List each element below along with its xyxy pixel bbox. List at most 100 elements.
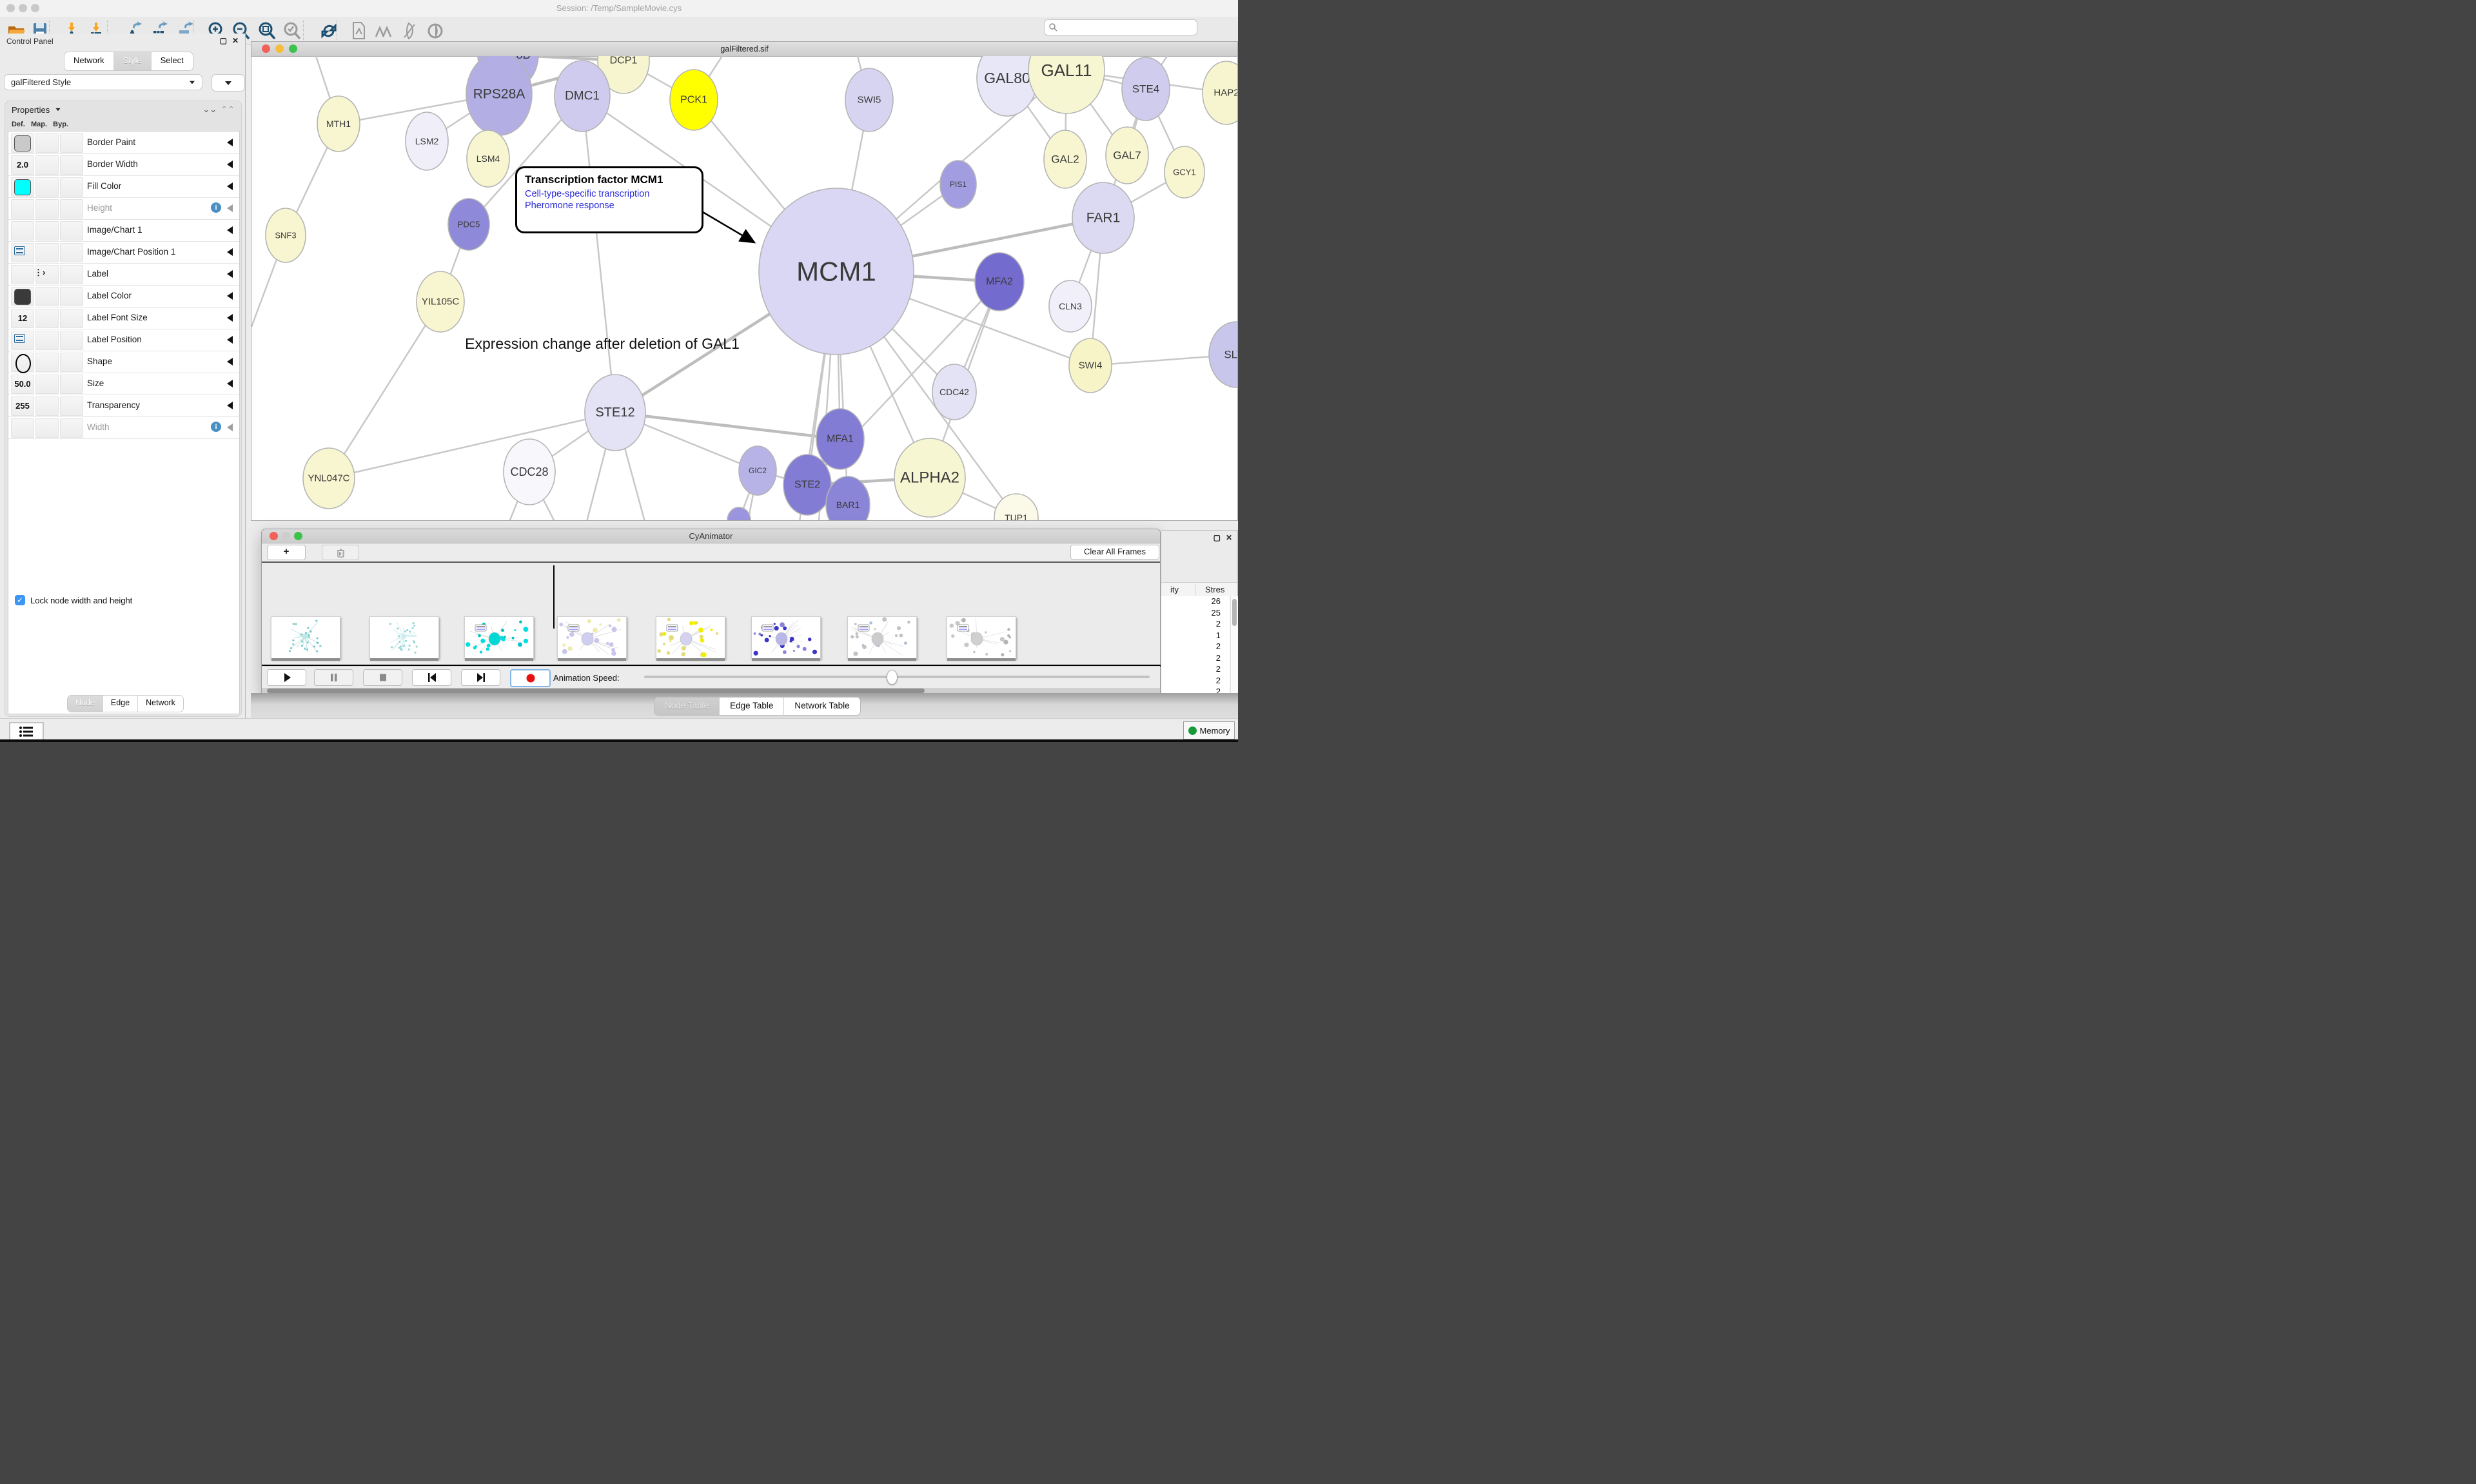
default-value-cell[interactable]: 255 bbox=[11, 396, 34, 416]
bypass-cell[interactable] bbox=[60, 199, 83, 219]
node-swi5[interactable]: SWI5 bbox=[845, 68, 893, 132]
expand-row-icon[interactable] bbox=[227, 204, 233, 212]
mapping-cell[interactable] bbox=[35, 418, 59, 438]
edge-dmc1-ste12[interactable] bbox=[582, 96, 615, 413]
annotation-link[interactable]: Cell-type-specific transcription bbox=[525, 189, 694, 199]
default-value-cell[interactable] bbox=[11, 199, 34, 219]
property-row-size[interactable]: 50.0Size bbox=[8, 373, 239, 395]
mapping-cell[interactable] bbox=[35, 353, 59, 372]
tab-node-table[interactable]: Node Table bbox=[654, 698, 720, 715]
style-options-button[interactable] bbox=[211, 74, 245, 92]
frame-thumbnail-8[interactable] bbox=[947, 616, 1016, 659]
expand-row-icon[interactable] bbox=[227, 292, 233, 300]
table-row[interactable]: 2 bbox=[1161, 641, 1230, 653]
bypass-cell[interactable] bbox=[60, 155, 83, 175]
expand-row-icon[interactable] bbox=[227, 248, 233, 256]
frame-thumbnail-5[interactable] bbox=[656, 616, 725, 659]
table-row[interactable]: 25 bbox=[1161, 608, 1230, 620]
default-value-cell[interactable] bbox=[11, 133, 34, 153]
expand-row-icon[interactable] bbox=[227, 402, 233, 409]
edge-yil105c-ynl047c[interactable] bbox=[329, 302, 440, 478]
node-lsm2[interactable]: LSM2 bbox=[406, 112, 448, 170]
mapping-cell[interactable] bbox=[35, 155, 59, 175]
search-box[interactable] bbox=[1044, 19, 1197, 35]
bypass-cell[interactable] bbox=[60, 287, 83, 306]
node-rps28a[interactable]: RPS28A bbox=[466, 56, 532, 135]
mapping-cell[interactable] bbox=[35, 396, 59, 416]
close-panel-icon[interactable]: ✕ bbox=[232, 36, 239, 45]
delete-frame-button[interactable] bbox=[322, 545, 359, 560]
float-panel-icon[interactable]: ▢ bbox=[220, 36, 227, 45]
node-cdc42[interactable]: CDC42 bbox=[932, 364, 976, 420]
property-row-width[interactable]: Widthi bbox=[8, 416, 239, 439]
expand-all-icon[interactable]: ⌄⌄ bbox=[202, 104, 217, 115]
style-selector[interactable]: galFiltered Style bbox=[4, 74, 202, 90]
node-gcy1[interactable]: GCY1 bbox=[1164, 146, 1204, 198]
hide-details-icon[interactable] bbox=[400, 21, 418, 39]
play-button[interactable] bbox=[267, 669, 306, 686]
default-value-cell[interactable] bbox=[11, 221, 34, 240]
property-row-label-position[interactable]: Label Position bbox=[8, 329, 239, 351]
property-row-border-width[interactable]: 2.0Border Width bbox=[8, 153, 239, 176]
default-value-cell[interactable] bbox=[11, 353, 34, 372]
scrollbar-thumb[interactable] bbox=[1232, 599, 1237, 626]
skip-end-button[interactable] bbox=[461, 669, 500, 686]
annotation-link[interactable]: Pheromone response bbox=[525, 200, 694, 211]
add-frame-button[interactable]: + bbox=[267, 545, 306, 560]
tab-network[interactable]: Network bbox=[64, 52, 114, 70]
record-button[interactable] bbox=[510, 669, 551, 687]
caption-text[interactable]: Expression change after deletion of GAL1 bbox=[465, 335, 740, 352]
property-row-label[interactable]: ⋮›Label bbox=[8, 263, 239, 286]
node-ste2[interactable]: STE2 bbox=[783, 454, 831, 515]
mapping-cell[interactable] bbox=[35, 331, 59, 350]
mapping-cell[interactable] bbox=[35, 309, 59, 328]
expand-row-icon[interactable] bbox=[227, 314, 233, 322]
column-header-stress[interactable]: Stres bbox=[1205, 585, 1224, 594]
expand-row-icon[interactable] bbox=[227, 336, 233, 344]
tab-network-bottom[interactable]: Network bbox=[138, 696, 183, 712]
color-swatch[interactable] bbox=[14, 289, 31, 305]
skip-start-button[interactable] bbox=[412, 669, 451, 686]
close-table-panel-icon[interactable]: ✕ bbox=[1226, 533, 1232, 542]
scrollbar-thumb[interactable] bbox=[267, 688, 925, 693]
tab-edge-table[interactable]: Edge Table bbox=[720, 698, 784, 715]
tab-style[interactable]: Style bbox=[114, 52, 152, 70]
info-icon[interactable]: i bbox=[211, 202, 221, 213]
mapping-cell[interactable] bbox=[35, 177, 59, 197]
pause-button[interactable] bbox=[314, 669, 353, 686]
properties-header[interactable]: Properties ⌄⌄ ⌃⌃ bbox=[5, 101, 241, 118]
color-swatch[interactable] bbox=[14, 135, 31, 151]
property-row-height[interactable]: Heighti bbox=[8, 197, 239, 220]
table-row[interactable]: 1 bbox=[1161, 630, 1230, 642]
expand-row-icon[interactable] bbox=[227, 270, 233, 278]
expand-row-icon[interactable] bbox=[227, 380, 233, 387]
expand-row-icon[interactable] bbox=[227, 358, 233, 366]
frame-thumbnail-6[interactable] bbox=[751, 616, 821, 659]
bypass-cell[interactable] bbox=[60, 177, 83, 197]
float-table-panel-icon[interactable]: ▢ bbox=[1213, 533, 1221, 542]
expand-row-icon[interactable] bbox=[227, 161, 233, 168]
frame-thumbnail-3[interactable] bbox=[464, 616, 534, 659]
default-value-cell[interactable] bbox=[11, 418, 34, 438]
node-pis1[interactable]: PIS1 bbox=[940, 161, 976, 208]
node-mcm1[interactable]: MCM1 bbox=[759, 188, 914, 355]
expand-row-icon[interactable] bbox=[227, 139, 233, 146]
node-ste12[interactable]: STE12 bbox=[585, 375, 645, 451]
frame-thumbnail-1[interactable] bbox=[271, 616, 340, 659]
color-swatch[interactable] bbox=[14, 179, 31, 195]
collapse-all-icon[interactable]: ⌃⌃ bbox=[221, 104, 235, 115]
bypass-cell[interactable] bbox=[60, 331, 83, 350]
node-ynl047c[interactable]: YNL047C bbox=[303, 448, 355, 509]
node-alpha2[interactable]: ALPHA2 bbox=[894, 438, 965, 517]
default-value-cell[interactable]: 12 bbox=[11, 309, 34, 328]
show-details-icon[interactable] bbox=[426, 21, 444, 39]
network-canvas[interactable]: RPS28BDCP1RPS28ADMC1PCK1SWI5GAL80GAL11ST… bbox=[251, 56, 1237, 520]
node-cdc28[interactable]: CDC28 bbox=[504, 439, 555, 505]
edge-ynl047c-ste12[interactable] bbox=[329, 413, 615, 478]
node-yil105c[interactable]: YIL105C bbox=[417, 271, 464, 332]
frames-timeline[interactable]: 0123456789 Seconds bbox=[262, 563, 1160, 662]
frame-thumbnail-2[interactable] bbox=[369, 616, 439, 659]
zoom-fit-icon[interactable] bbox=[258, 21, 276, 39]
clear-all-frames-button[interactable]: Clear All Frames bbox=[1070, 545, 1159, 560]
node-gic2[interactable]: GIC2 bbox=[739, 446, 776, 495]
